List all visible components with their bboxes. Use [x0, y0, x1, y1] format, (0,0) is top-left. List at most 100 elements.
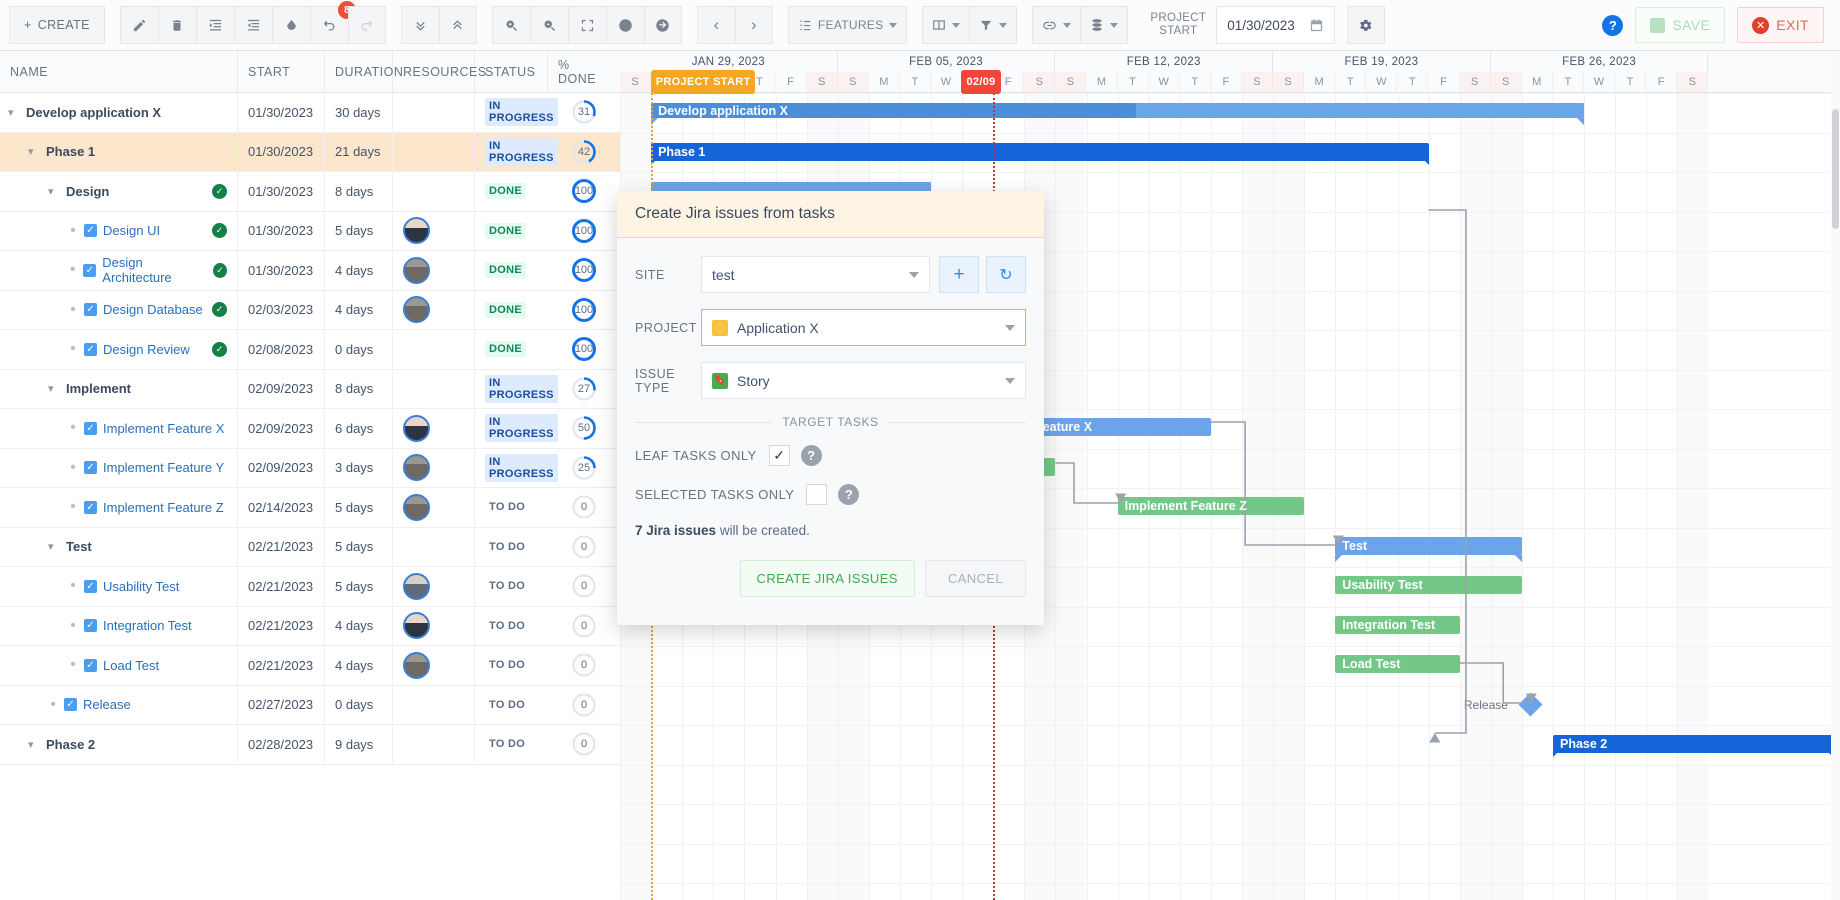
table-row[interactable]: ▾ Test 02/21/2023 5 days TO DO 0 [0, 527, 620, 567]
cell-percent-done[interactable]: 42 [548, 133, 620, 172]
cell-resources[interactable] [393, 211, 475, 250]
task-name[interactable]: Usability Test [103, 579, 179, 594]
cell-resources[interactable] [393, 725, 475, 764]
task-name[interactable]: Design [66, 184, 109, 199]
cell-start[interactable]: 02/09/2023 [238, 409, 325, 448]
cell-start[interactable]: 02/27/2023 [238, 685, 325, 724]
gantt-bar[interactable]: Load Test [1335, 655, 1460, 673]
cell-percent-done[interactable]: 100 [548, 251, 620, 290]
avatar[interactable] [403, 493, 430, 521]
cell-resources[interactable] [393, 251, 475, 290]
task-name[interactable]: Design UI [103, 223, 160, 238]
cell-duration[interactable]: 30 days [325, 93, 393, 132]
cell-status[interactable]: DONE [475, 291, 548, 330]
table-row[interactable]: • ✓ Design Review ✓ 02/08/2023 0 days DONE 100 [0, 330, 620, 370]
cell-status[interactable]: DONE [475, 212, 548, 251]
row-checkbox[interactable]: ✓ [84, 421, 97, 435]
cell-start[interactable]: 01/30/2023 [238, 132, 325, 171]
table-row[interactable]: ▾ Phase 2 02/28/2023 9 days TO DO 0 [0, 725, 620, 765]
table-row[interactable]: • ✓ Implement Feature X 02/09/2023 6 days IN … [0, 409, 620, 449]
cell-duration[interactable]: 5 days [325, 488, 393, 527]
cell-start[interactable]: 02/21/2023 [238, 567, 325, 606]
task-name[interactable]: Design Database [103, 302, 203, 317]
refresh-sites-button[interactable]: ↻ [986, 256, 1026, 293]
cell-status[interactable]: IN PROGRESS [475, 133, 558, 172]
collapse-all-button[interactable] [400, 6, 439, 44]
cell-status[interactable]: TO DO [475, 686, 548, 725]
column-header-done[interactable]: % DONE [548, 51, 620, 93]
row-checkbox[interactable]: ✓ [84, 224, 97, 238]
zoom-out-button[interactable] [529, 6, 568, 44]
row-checkbox[interactable]: ✓ [84, 303, 97, 317]
avatar[interactable] [403, 612, 430, 640]
row-expand-toggle[interactable]: ▾ [48, 185, 60, 198]
cell-start[interactable]: 02/21/2023 [238, 527, 325, 566]
cell-status[interactable]: IN PROGRESS [475, 409, 558, 448]
cell-duration[interactable]: 5 days [325, 527, 393, 566]
cell-duration[interactable]: 6 days [325, 409, 393, 448]
table-row[interactable]: • ✓ Design UI ✓ 01/30/2023 5 days DONE 100 [0, 211, 620, 251]
cell-percent-done[interactable]: 31 [548, 93, 620, 132]
selected-tasks-help-icon[interactable]: ? [838, 484, 860, 505]
site-select[interactable]: test [701, 256, 930, 293]
save-button[interactable]: SAVE [1635, 7, 1726, 43]
previous-page-button[interactable]: ‹ [696, 6, 735, 44]
cell-percent-done[interactable]: 0 [548, 686, 620, 725]
avatar[interactable] [403, 296, 430, 324]
gantt-bar[interactable]: Develop application X [651, 103, 1585, 118]
avatar[interactable] [403, 217, 430, 245]
vertical-scrollbar[interactable] [1831, 51, 1840, 900]
table-row[interactable]: ▾ Phase 1 01/30/2023 21 days IN PROGRESS 42 [0, 132, 620, 172]
cell-duration[interactable]: 4 days [325, 251, 393, 290]
cell-resources[interactable] [393, 488, 475, 527]
cell-resources[interactable] [393, 606, 475, 645]
table-row[interactable]: • ✓ Design Database ✓ 02/03/2023 4 days DONE 10… [0, 290, 620, 330]
row-expand-toggle[interactable]: ▾ [28, 738, 40, 751]
cell-duration[interactable]: 8 days [325, 172, 393, 211]
row-checkbox[interactable]: ✓ [84, 658, 97, 672]
cell-status[interactable]: IN PROGRESS [475, 370, 558, 409]
cell-duration[interactable]: 3 days [325, 448, 393, 487]
task-name[interactable]: Phase 2 [46, 737, 95, 752]
task-name[interactable]: Integration Test [103, 618, 192, 633]
task-name[interactable]: Release [83, 697, 131, 712]
table-row[interactable]: • ✓ Implement Feature Z 02/14/2023 5 days TO … [0, 488, 620, 528]
leaf-tasks-checkbox[interactable]: ✓ [768, 445, 790, 466]
row-expand-toggle[interactable]: ▾ [48, 540, 60, 553]
cell-duration[interactable]: 4 days [325, 606, 393, 645]
cancel-button[interactable]: CANCEL [924, 560, 1026, 597]
cell-resources[interactable] [393, 685, 475, 724]
column-header-resources[interactable]: RESOURCES [393, 50, 486, 93]
cell-percent-done[interactable]: 27 [548, 370, 620, 409]
cell-resources[interactable] [393, 448, 475, 487]
table-row[interactable]: • ✓ Design Architecture ✓ 01/30/2023 4 days DO… [0, 251, 620, 291]
cell-start[interactable]: 02/09/2023 [238, 448, 325, 487]
row-checkbox[interactable]: ✓ [84, 579, 97, 593]
cell-status[interactable]: IN PROGRESS [475, 449, 558, 488]
cell-duration[interactable]: 0 days [325, 685, 393, 724]
cell-resources[interactable] [393, 290, 475, 329]
task-name[interactable]: Design Architecture [102, 255, 207, 285]
cell-percent-done[interactable]: 0 [548, 607, 620, 646]
cell-percent-done[interactable]: 100 [548, 212, 620, 251]
gantt-bar[interactable]: Phase 2 [1553, 735, 1833, 753]
task-name[interactable]: Load Test [103, 658, 159, 673]
features-dropdown[interactable]: FEATURES [787, 6, 908, 44]
row-expand-toggle[interactable]: ▾ [8, 106, 20, 119]
cell-resources[interactable] [393, 369, 475, 408]
cell-duration[interactable]: 0 days [325, 330, 393, 369]
column-header-start[interactable]: START [238, 50, 325, 93]
data-source-dropdown[interactable] [1080, 6, 1129, 44]
delete-button[interactable] [157, 6, 196, 44]
cell-start[interactable]: 02/21/2023 [238, 646, 325, 685]
exit-button[interactable]: ✕ EXIT [1737, 7, 1824, 43]
indent-button[interactable] [195, 6, 234, 44]
create-button[interactable]: + CREATE [9, 6, 105, 44]
gantt-bar[interactable]: Phase 1 [651, 142, 1429, 161]
fit-to-screen-button[interactable] [567, 6, 606, 44]
row-checkbox[interactable]: ✓ [84, 461, 97, 475]
settings-button[interactable] [1346, 6, 1385, 44]
cell-resources[interactable] [393, 646, 475, 685]
cell-start[interactable]: 01/30/2023 [238, 211, 325, 250]
gantt-bar[interactable]: Usability Test [1335, 576, 1522, 594]
